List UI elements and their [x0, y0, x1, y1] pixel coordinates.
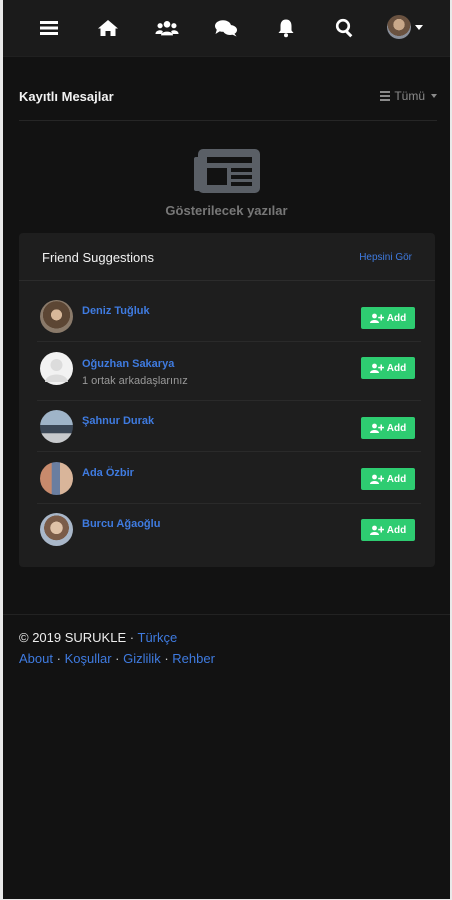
add-label: Add	[386, 524, 407, 536]
add-label: Add	[386, 362, 407, 374]
see-all-link[interactable]: Hepsini Gör	[359, 252, 412, 263]
footer-link-terms[interactable]: Koşullar	[65, 651, 112, 666]
menu-icon[interactable]	[37, 16, 61, 40]
groups-icon[interactable]	[155, 16, 179, 40]
empty-state-text: Gösterilecek yazılar	[165, 203, 288, 218]
add-friend-button[interactable]: Add	[361, 357, 415, 379]
filter-label: Tümü	[394, 89, 425, 103]
person-name[interactable]: Ada Özbir	[82, 467, 134, 479]
app-frame: Kayıtlı Mesajlar Tümü Gösterilecek yazıl…	[3, 0, 450, 899]
footer-link-about[interactable]: About	[19, 651, 53, 666]
add-label: Add	[386, 312, 407, 324]
language-link[interactable]: Türkçe	[138, 630, 178, 645]
footer-copyright-line: © 2019 SURUKLE · Türkçe	[19, 630, 177, 645]
separator-dot: ·	[129, 630, 135, 645]
saved-messages-header: Kayıtlı Mesajlar Tümü	[19, 80, 437, 121]
chevron-down-icon	[431, 94, 437, 98]
list-item: Deniz Tuğluk Add	[37, 291, 421, 342]
user-avatar[interactable]	[387, 15, 411, 39]
filter-dropdown[interactable]: Tümü	[380, 89, 437, 103]
section-title: Kayıtlı Mesajlar	[19, 89, 114, 104]
list-item: Oğuzhan Sakarya 1 ortak arkadaşlarınız A…	[37, 342, 421, 401]
list-item: Şahnur Durak Add	[37, 401, 421, 452]
list-item: Ada Özbir Add	[37, 453, 421, 504]
add-friend-button[interactable]: Add	[361, 307, 415, 329]
card-title: Friend Suggestions	[42, 250, 155, 265]
separator-dot: ·	[164, 651, 169, 666]
top-nav	[3, 0, 450, 57]
add-label: Add	[386, 422, 407, 434]
chevron-down-icon[interactable]	[415, 25, 423, 30]
footer-divider	[3, 614, 450, 615]
footer-link-privacy[interactable]: Gizlilik	[123, 651, 161, 666]
separator-dot: ·	[115, 651, 120, 666]
friend-suggestions-card: Friend Suggestions Hepsini Gör Deniz Tuğ…	[19, 233, 435, 567]
footer-links: About · Koşullar · Gizlilik · Rehber	[19, 651, 215, 666]
person-name[interactable]: Burcu Ağaoğlu	[82, 518, 160, 530]
footer-link-guide[interactable]: Rehber	[172, 651, 215, 666]
list-icon	[380, 89, 391, 103]
add-friend-button[interactable]: Add	[361, 468, 415, 490]
copyright-text: © 2019 SURUKLE	[19, 630, 127, 645]
person-name[interactable]: Oğuzhan Sakarya	[82, 358, 174, 370]
mutual-friends-text: 1 ortak arkadaşlarınız	[82, 375, 188, 387]
add-label: Add	[386, 473, 407, 485]
person-name[interactable]: Şahnur Durak	[82, 415, 154, 427]
bell-icon[interactable]	[274, 16, 298, 40]
separator-dot: ·	[56, 651, 61, 666]
add-friend-button[interactable]: Add	[361, 417, 415, 439]
person-name[interactable]: Deniz Tuğluk	[82, 305, 150, 317]
add-friend-button[interactable]: Add	[361, 519, 415, 541]
card-header: Friend Suggestions Hepsini Gör	[19, 233, 435, 281]
avatar[interactable]	[40, 462, 73, 495]
avatar[interactable]	[40, 352, 73, 385]
home-icon[interactable]	[96, 16, 120, 40]
avatar[interactable]	[40, 300, 73, 333]
avatar[interactable]	[40, 513, 73, 546]
search-icon[interactable]	[333, 16, 357, 40]
list-item: Burcu Ağaoğlu Add	[37, 504, 421, 554]
avatar[interactable]	[40, 410, 73, 443]
newspaper-icon	[194, 148, 260, 199]
messages-icon[interactable]	[214, 16, 238, 40]
